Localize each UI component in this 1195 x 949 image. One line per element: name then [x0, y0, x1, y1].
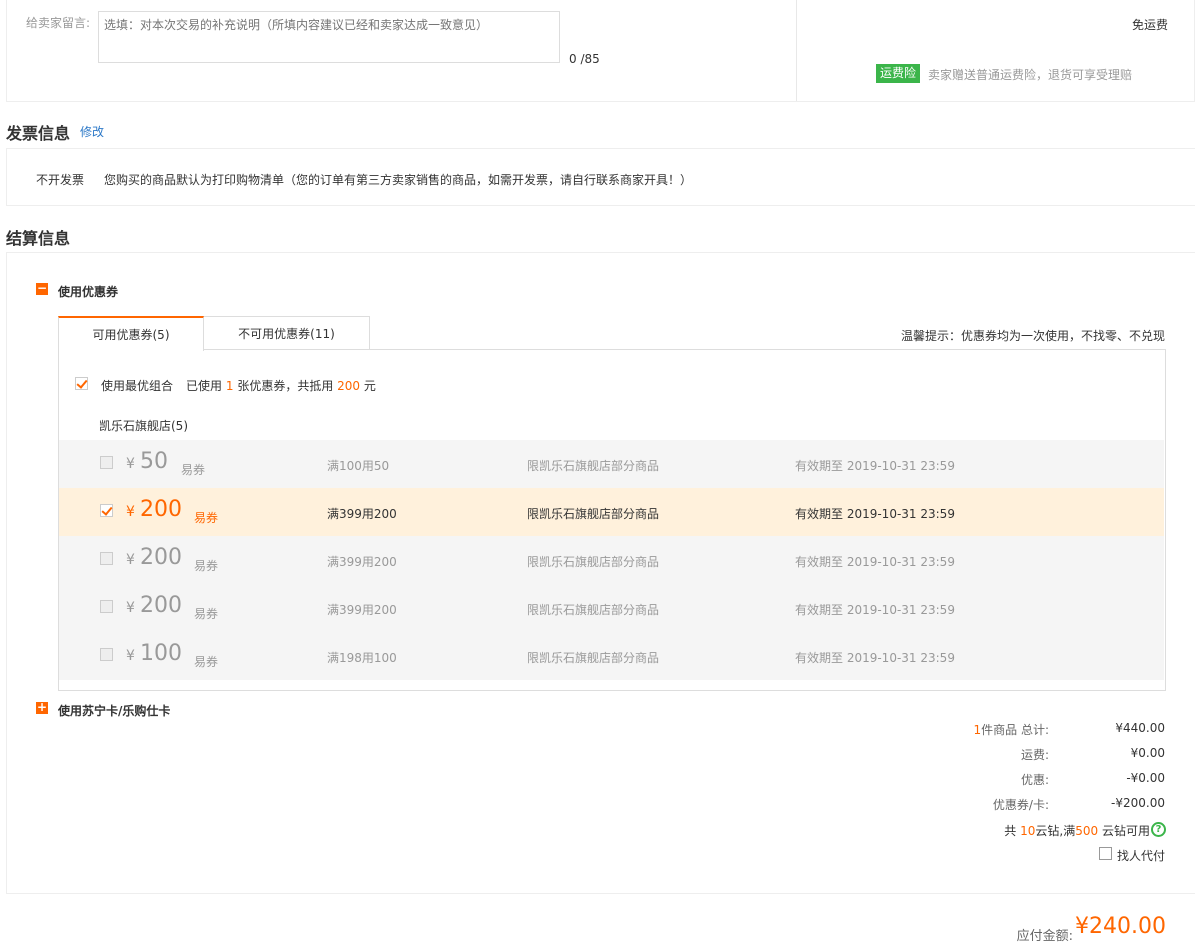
- coupon-validity: 有效期至 2019-10-31 23:59: [795, 459, 955, 473]
- payable-amount: ¥240.00: [1075, 914, 1166, 939]
- coupon-scope: 限凯乐石旗舰店部分商品: [527, 603, 660, 617]
- coupon-card-value: -¥200.00: [1111, 796, 1165, 810]
- coupon-validity: 有效期至 2019-10-31 23:59: [795, 507, 955, 521]
- shipping-status: 免运费: [1131, 18, 1168, 32]
- coupon-checkbox[interactable]: [100, 456, 113, 469]
- coupon-checkbox[interactable]: [100, 504, 113, 517]
- tab-unavailable-coupons[interactable]: 不可用优惠券(11): [204, 316, 370, 350]
- coupon-condition: 满399用200: [327, 603, 397, 617]
- coupon-amount: 200: [140, 593, 182, 618]
- shipping-label: 运费:: [1020, 748, 1049, 762]
- coupon-tip: 温馨提示：优惠券均为一次使用，不找零、不兑现: [900, 329, 1165, 343]
- coupon-type: 易券: [194, 607, 219, 621]
- coupon-amount: 200: [140, 497, 182, 522]
- coupon-amount: 200: [140, 545, 182, 570]
- coupon-row-selected[interactable]: ¥ 200 易券 满399用200 限凯乐石旗舰店部分商品 有效期至 2019-…: [59, 488, 1164, 536]
- coupon-checkbox[interactable]: [100, 552, 113, 565]
- used-coupon-count: 1: [225, 379, 234, 393]
- coupon-amount: 50: [140, 449, 168, 474]
- message-char-count: 0 /85: [569, 52, 600, 66]
- shipping-value: ¥0.00: [1130, 746, 1165, 760]
- coupon-scope: 限凯乐石旗舰店部分商品: [527, 651, 660, 665]
- payable-label: 应付金额:: [1016, 929, 1073, 944]
- coupon-currency: ¥: [126, 552, 135, 568]
- coupon-validity: 有效期至 2019-10-31 23:59: [795, 603, 955, 617]
- coupon-condition: 满198用100: [327, 651, 397, 665]
- shipping-insurance-badge: 运费险: [876, 64, 921, 83]
- coupon-row[interactable]: ¥ 50 易券 满100用50 限凯乐石旗舰店部分商品 有效期至 2019-10…: [59, 440, 1164, 488]
- discount-value: -¥0.00: [1126, 771, 1165, 785]
- invoice-type: 不开发票: [36, 173, 85, 187]
- help-icon[interactable]: ?: [1151, 822, 1166, 837]
- coupon-card-label: 优惠券/卡:: [992, 798, 1049, 812]
- coupon-type: 易券: [181, 463, 206, 477]
- coupon-checkbox[interactable]: [100, 600, 113, 613]
- message-divider: [796, 0, 797, 101]
- coupon-row[interactable]: ¥ 200 易券 满399用200 限凯乐石旗舰店部分商品 有效期至 2019-…: [59, 536, 1164, 584]
- coupon-currency: ¥: [126, 600, 135, 616]
- items-total-label: 1件商品 总计:: [973, 723, 1050, 737]
- coupon-scope: 限凯乐石旗舰店部分商品: [527, 555, 660, 569]
- message-label: 给卖家留言:: [26, 16, 91, 30]
- coupon-amount: 100: [140, 641, 182, 666]
- coupon-type: 易券: [194, 655, 219, 669]
- coupon-currency: ¥: [126, 456, 135, 472]
- coupon-checkbox[interactable]: [100, 648, 113, 661]
- discount-label: 优惠:: [1020, 773, 1049, 787]
- coupon-type: 易券: [194, 511, 219, 525]
- coupon-condition: 满399用200: [327, 555, 397, 569]
- best-combo-checkbox[interactable]: [75, 377, 88, 390]
- coupon-row[interactable]: ¥ 200 易券 满399用200 限凯乐石旗舰店部分商品 有效期至 2019-…: [59, 584, 1164, 632]
- coupon-section-label[interactable]: 使用优惠券: [58, 283, 118, 300]
- coupon-validity: 有效期至 2019-10-31 23:59: [795, 555, 955, 569]
- coupon-scope: 限凯乐石旗舰店部分商品: [527, 507, 660, 521]
- best-combo-summary: 已使用 1 张优惠券，共抵用 200 元: [186, 379, 376, 393]
- collapse-icon[interactable]: −: [36, 282, 48, 295]
- items-total-value: ¥440.00: [1115, 721, 1165, 735]
- tab-available-coupons[interactable]: 可用优惠券(5): [58, 316, 204, 351]
- invoice-edit-link[interactable]: 修改: [80, 123, 104, 140]
- invoice-note: 您购买的商品默认为打印购物清单（您的订单有第三方卖家销售的商品，如需开发票，请自…: [104, 173, 693, 187]
- card-section-label[interactable]: 使用苏宁卡/乐购仕卡: [58, 702, 170, 719]
- invoice-title: 发票信息: [6, 124, 71, 143]
- store-name: 凯乐石旗舰店(5): [99, 419, 188, 433]
- coupon-type: 易券: [194, 559, 219, 573]
- coupon-currency: ¥: [126, 648, 135, 664]
- coupon-scope: 限凯乐石旗舰店部分商品: [527, 459, 660, 473]
- best-combo-label[interactable]: 使用最优组合: [101, 377, 173, 394]
- used-coupon-amount: 200: [337, 379, 361, 393]
- coupon-currency: ¥: [126, 504, 135, 520]
- settlement-title: 结算信息: [6, 229, 71, 248]
- shipping-insurance-text: 卖家赠送普通运费险，退货可享受理赔: [928, 68, 1133, 82]
- expand-icon[interactable]: +: [36, 701, 48, 714]
- coupon-condition: 满399用200: [327, 507, 397, 521]
- proxy-pay-checkbox[interactable]: [1099, 847, 1112, 860]
- cloud-diamond-info: 共 10云钻,满500 云钻可用: [1004, 824, 1150, 838]
- coupon-row[interactable]: ¥ 100 易券 满198用100 限凯乐石旗舰店部分商品 有效期至 2019-…: [59, 632, 1164, 680]
- proxy-pay-label[interactable]: 找人代付: [1117, 847, 1165, 864]
- coupon-condition: 满100用50: [327, 459, 390, 473]
- coupon-validity: 有效期至 2019-10-31 23:59: [795, 651, 955, 665]
- seller-message-input[interactable]: [98, 11, 560, 63]
